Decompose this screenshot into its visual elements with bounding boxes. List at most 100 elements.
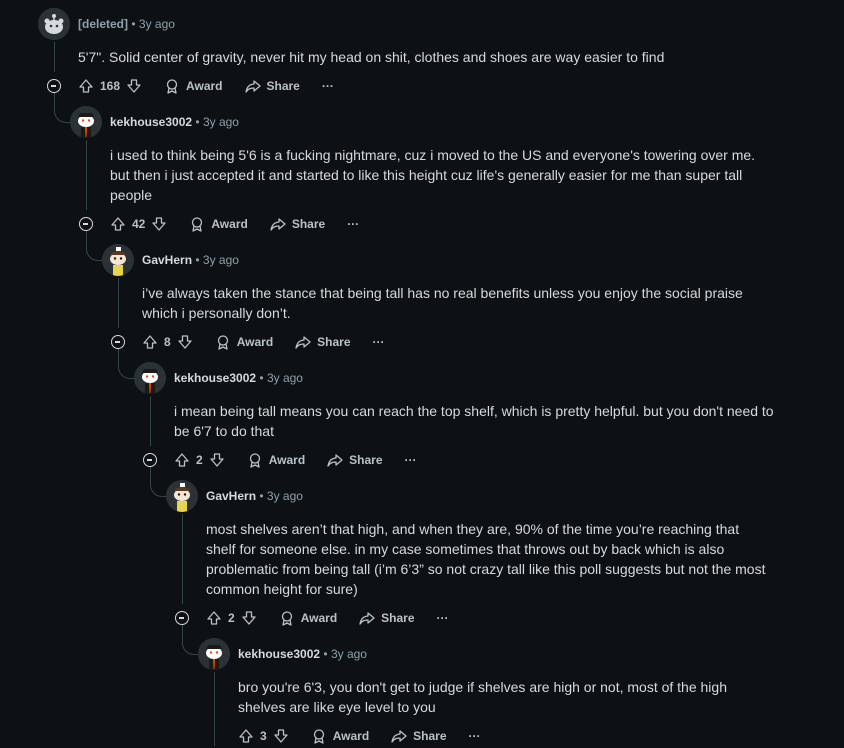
award-button[interactable]: Award [189, 216, 248, 232]
meta-separator: • [195, 253, 200, 267]
share-label: Share [381, 611, 415, 625]
award-button[interactable]: Award [279, 610, 337, 626]
comment-author[interactable]: kekhouse3002 [238, 647, 320, 661]
upvote-button[interactable] [110, 216, 126, 232]
upvote-button[interactable] [78, 78, 94, 94]
award-icon [249, 453, 260, 468]
award-icon [281, 611, 292, 626]
award-label: Award [300, 611, 338, 625]
snoo-avatar-icon [134, 362, 166, 394]
upvote-button[interactable] [238, 728, 254, 744]
share-arrow-icon [270, 218, 286, 231]
award-label: Award [236, 335, 274, 349]
avatar[interactable] [70, 106, 102, 138]
collapse-button[interactable] [79, 217, 93, 231]
share-button[interactable]: Share [391, 728, 447, 744]
downvote-button[interactable] [241, 610, 257, 626]
upvote-arrow-icon [207, 611, 221, 625]
upvote-arrow-icon [175, 453, 189, 467]
share-label: Share [349, 453, 383, 467]
award-button[interactable]: Award [247, 452, 305, 468]
downvote-arrow-icon [242, 611, 256, 625]
vote-count: 3 [260, 729, 267, 743]
thread-branch [182, 625, 199, 655]
meta-separator: • [259, 371, 264, 385]
snoo-deleted-avatar-icon [38, 8, 70, 40]
award-icon [192, 217, 203, 232]
share-button[interactable]: Share [295, 334, 351, 350]
downvote-button[interactable] [209, 452, 225, 468]
snoo-avatar-icon [102, 244, 134, 276]
more-options-button[interactable]: ··· [373, 335, 385, 349]
share-label: Share [291, 217, 326, 231]
vote-count: 2 [228, 611, 235, 625]
upvote-button[interactable] [142, 334, 158, 350]
avatar[interactable] [166, 480, 198, 512]
avatar[interactable] [134, 362, 166, 394]
comment-author: [deleted] [78, 17, 129, 31]
comment-author[interactable]: GavHern [142, 253, 192, 267]
meta-separator: • [323, 647, 328, 661]
thread-line[interactable] [182, 514, 183, 604]
upvote-arrow-icon [143, 335, 157, 349]
more-options-button[interactable]: ··· [469, 729, 481, 743]
share-button[interactable]: Share [270, 216, 325, 232]
thread-branch [118, 349, 135, 379]
comment-body: 5'7". Solid center of gravity, never hit… [78, 49, 665, 65]
award-label: Award [186, 79, 223, 93]
comment-actions: 2 Award Share ··· [206, 606, 449, 630]
comment-author[interactable]: kekhouse3002 [174, 371, 256, 385]
thread-line[interactable] [150, 396, 151, 446]
share-arrow-icon [244, 80, 261, 93]
collapse-button[interactable] [111, 335, 125, 349]
downvote-button[interactable] [273, 728, 289, 744]
downvote-button[interactable] [126, 78, 142, 94]
upvote-button[interactable] [174, 452, 190, 468]
share-arrow-icon [295, 336, 311, 349]
share-button[interactable]: Share [327, 452, 383, 468]
collapse-button[interactable] [143, 453, 157, 467]
avatar[interactable] [198, 638, 230, 670]
share-label: Share [266, 79, 300, 93]
award-button[interactable]: Award [215, 334, 273, 350]
avatar[interactable] [38, 8, 70, 40]
award-button[interactable]: Award [164, 78, 223, 94]
meta-separator: • [259, 489, 264, 503]
downvote-arrow-icon [274, 729, 288, 743]
share-button[interactable]: Share [244, 78, 300, 94]
comment-author[interactable]: GavHern [206, 489, 256, 503]
thread-line[interactable] [86, 140, 87, 210]
vote-count: 42 [132, 217, 146, 231]
more-options-button[interactable]: ··· [437, 611, 449, 625]
upvote-button[interactable] [206, 610, 222, 626]
comment-meta: kekhouse3002 • 3y ago [110, 115, 239, 129]
snoo-avatar-icon [70, 106, 102, 138]
thread-line[interactable] [118, 278, 119, 328]
share-button[interactable]: Share [359, 610, 415, 626]
collapse-button[interactable] [47, 79, 61, 93]
more-options-button[interactable]: ··· [347, 217, 359, 231]
award-label: Award [211, 217, 248, 231]
comment-author[interactable]: kekhouse3002 [110, 115, 192, 129]
comment-time: 3y ago [202, 115, 239, 129]
collapse-button[interactable] [175, 611, 189, 625]
share-label: Share [317, 335, 351, 349]
vote-count: 8 [164, 335, 171, 349]
thread-line[interactable] [214, 672, 215, 746]
comment-time: 3y ago [266, 489, 303, 503]
more-options-button[interactable]: ··· [405, 453, 417, 467]
downvote-button[interactable] [177, 334, 193, 350]
share-arrow-icon [359, 612, 375, 625]
award-icon [313, 729, 324, 744]
downvote-button[interactable] [151, 216, 167, 232]
meta-separator: • [131, 17, 136, 31]
avatar[interactable] [102, 244, 134, 276]
award-button[interactable]: Award [311, 728, 369, 744]
comment-body: i mean being tall means you can reach th… [174, 403, 774, 439]
thread-branch [54, 93, 71, 123]
more-options-button[interactable]: ··· [322, 79, 334, 93]
share-arrow-icon [327, 454, 343, 467]
vote-count: 2 [196, 453, 203, 467]
downvote-arrow-icon [178, 335, 192, 349]
thread-line[interactable] [54, 42, 55, 72]
